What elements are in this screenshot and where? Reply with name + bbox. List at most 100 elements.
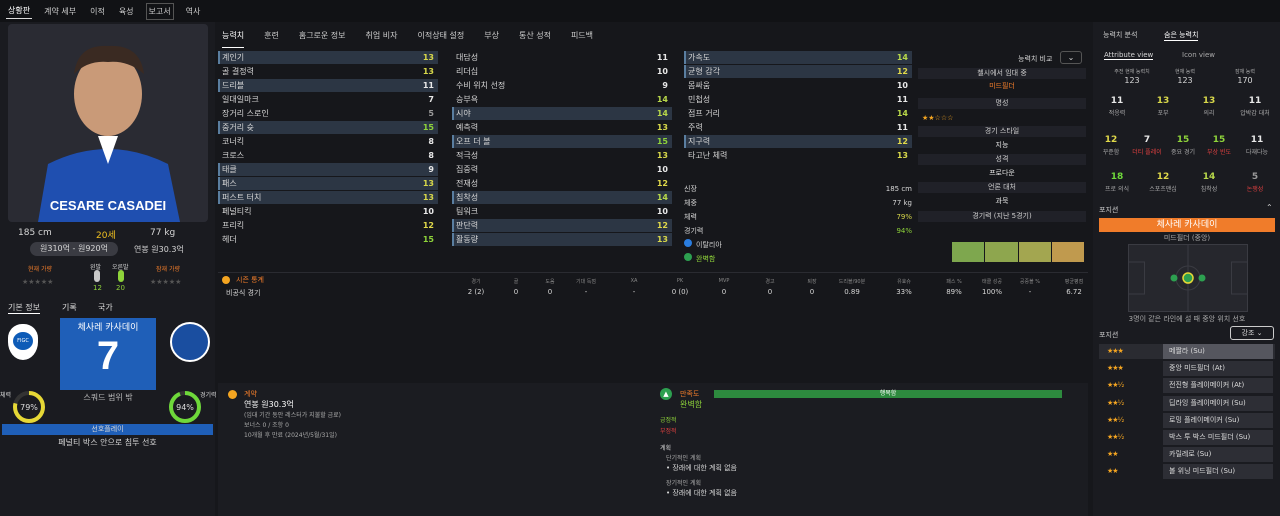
attribute-row[interactable]: 패스 13: [218, 177, 438, 190]
attribute-row[interactable]: 골 결정력 13: [218, 65, 438, 78]
attribute-row[interactable]: 시야 14: [452, 107, 672, 120]
loan-header: 첼시에서 임대 중: [918, 68, 1086, 79]
ca-label: 주전 현재 능력치: [1114, 69, 1150, 75]
attribute-row[interactable]: 균형 감각 12: [684, 65, 912, 78]
attribute-row[interactable]: 예측력 13: [452, 121, 672, 134]
attribute-value: 13: [422, 67, 434, 76]
icon-view-tab[interactable]: Icon view: [1182, 51, 1215, 59]
attribute-row[interactable]: 오프 더 볼 15: [452, 135, 672, 148]
tab-nation[interactable]: 국가: [98, 302, 113, 313]
attribute-value: 9: [428, 165, 434, 174]
role-row[interactable]: ★★½ 전진형 플레이메이커 (At): [1099, 378, 1275, 394]
happiness-bar: 행복함: [714, 390, 1062, 398]
attribute-row[interactable]: 코너킥 8: [218, 135, 438, 148]
tab-injury[interactable]: 부상: [484, 30, 499, 48]
roles-title: 포지션: [1099, 331, 1119, 339]
attribute-row[interactable]: 드리블 11: [218, 79, 438, 92]
attribute-row[interactable]: 중거리 슛 15: [218, 121, 438, 134]
hidden-attribute: 18 프로 의식: [1105, 172, 1129, 193]
contract-title[interactable]: 계약: [244, 389, 257, 399]
attribute-row[interactable]: 가속도 14: [684, 51, 912, 64]
attribute-row[interactable]: 주력 11: [684, 121, 912, 134]
attribute-row[interactable]: 승부욕 14: [452, 93, 672, 106]
attribute-row[interactable]: 적극성 13: [452, 149, 672, 162]
pa-value: 123: [1177, 76, 1193, 85]
role-row[interactable]: ★★ 볼 위닝 미드필더 (Su): [1099, 464, 1275, 480]
attribute-value: 11: [422, 81, 434, 90]
media-value: 과묵: [995, 197, 1009, 205]
role-label: 볼 위닝 미드필더 (Su): [1163, 464, 1273, 480]
tab-basic-info[interactable]: 기본 정보: [8, 302, 40, 314]
tab-training[interactable]: 훈련: [264, 30, 279, 48]
happiness-title[interactable]: 만족도: [680, 389, 699, 399]
personality-value: 프로다운: [989, 169, 1015, 177]
tab-records[interactable]: 기록: [62, 302, 77, 313]
role-row[interactable]: ★★½ 딥라잉 플레이메이커 (Su): [1099, 395, 1275, 411]
attribute-row[interactable]: 페널티킥 10: [218, 205, 438, 218]
attribute-row[interactable]: 퍼스트 터치 13: [218, 191, 438, 204]
attribute-row[interactable]: 점프 거리 14: [684, 107, 912, 120]
tab-career-stats[interactable]: 통산 성적: [519, 30, 551, 48]
attribute-row[interactable]: 일대일마크 7: [218, 93, 438, 106]
attribute-row[interactable]: 침착성 14: [452, 191, 672, 204]
attribute-row[interactable]: 크로스 8: [218, 149, 438, 162]
reputation-stars: ★★☆☆☆: [922, 114, 954, 122]
contract-bonus: 보너스 0 / 조항 0: [244, 422, 289, 429]
attribute-row[interactable]: 타고난 체력 13: [684, 149, 912, 162]
role-row[interactable]: ★★★ 메짤라 (Su): [1099, 344, 1275, 359]
role-row[interactable]: ★★½ 박스 투 박스 미드필더 (Su): [1099, 430, 1275, 445]
attribute-name: 프리킥: [222, 221, 245, 230]
attribute-value: 10: [896, 81, 908, 90]
tab-ability-analysis[interactable]: 능력치 분석: [1103, 30, 1137, 40]
attribute-row[interactable]: 집중력 10: [452, 163, 672, 176]
attribute-row[interactable]: 대담성 11: [452, 51, 672, 64]
tab-work-permit[interactable]: 취업 비자: [366, 30, 398, 48]
role-stars: ★★½: [1107, 381, 1124, 390]
compare-dropdown[interactable]: ⌄: [1060, 51, 1082, 64]
attribute-view-tab[interactable]: Attribute view: [1104, 51, 1154, 60]
attribute-row[interactable]: 장거리 스로인 5: [218, 107, 438, 120]
stats-value-cell: -: [632, 288, 636, 296]
tab-homegrown[interactable]: 홈그로운 정보: [299, 30, 346, 48]
tab-hidden-attributes[interactable]: 숨은 능력치: [1164, 30, 1199, 41]
tab-transfer-status[interactable]: 이적상태 설정: [418, 30, 465, 48]
nav-transfer[interactable]: 이적: [88, 4, 107, 19]
style-value: 지능: [995, 141, 1009, 149]
attribute-row[interactable]: 계인기 13: [218, 51, 438, 64]
stats-title[interactable]: 시즌 통계: [236, 275, 264, 285]
attribute-row[interactable]: 민첩성 11: [684, 93, 912, 106]
attribute-row[interactable]: 활동량 13: [452, 233, 672, 246]
role-row[interactable]: ★★ 카릴레로 (Su): [1099, 447, 1275, 463]
attribute-row[interactable]: 판단력 12: [452, 219, 672, 232]
attribute-row[interactable]: 태클 9: [218, 163, 438, 176]
nav-reports[interactable]: 보고서: [145, 2, 174, 20]
position-collapse-icon[interactable]: ⌃: [1266, 203, 1273, 212]
compare-label: 능력치 비교: [1018, 55, 1053, 63]
nav-overview[interactable]: 상황판: [6, 3, 33, 19]
attribute-row[interactable]: 수비 위치 선정 9: [452, 79, 672, 92]
nav-development[interactable]: 육성: [117, 4, 136, 19]
attribute-row[interactable]: 팀워크 10: [452, 205, 672, 218]
highlight-dropdown[interactable]: 강조 ⌄: [1230, 326, 1274, 340]
attribute-row[interactable]: 헤더 15: [218, 233, 438, 246]
ca-value: 123: [1124, 76, 1140, 85]
tab-attributes[interactable]: 능력치: [222, 30, 245, 48]
attribute-value: 11: [896, 123, 908, 132]
role-stars: ★★½: [1107, 398, 1124, 407]
attribute-value: 8: [428, 151, 434, 160]
nav-history[interactable]: 역사: [184, 4, 203, 19]
shirt-number: 7: [96, 334, 120, 378]
role-row[interactable]: ★★★ 중앙 미드필더 (At): [1099, 361, 1275, 377]
stats-value-cell: 0: [767, 288, 773, 296]
attribute-name: 계인기: [222, 53, 245, 62]
hidden-attribute: 11 적응력: [1108, 96, 1126, 117]
attribute-row[interactable]: 프리킥 12: [218, 219, 438, 232]
nav-contract[interactable]: 계약 세부: [42, 4, 78, 19]
attribute-row[interactable]: 전재성 12: [452, 177, 672, 190]
attribute-row[interactable]: 몸싸움 10: [684, 79, 912, 92]
role-row[interactable]: ★★½ 로밍 플레이메이커 (Su): [1099, 412, 1275, 428]
attribute-row[interactable]: 지구력 12: [684, 135, 912, 148]
attribute-row[interactable]: 리더십 10: [452, 65, 672, 78]
tab-feedback[interactable]: 피드백: [571, 30, 593, 48]
bottom-panel: [218, 383, 1088, 516]
